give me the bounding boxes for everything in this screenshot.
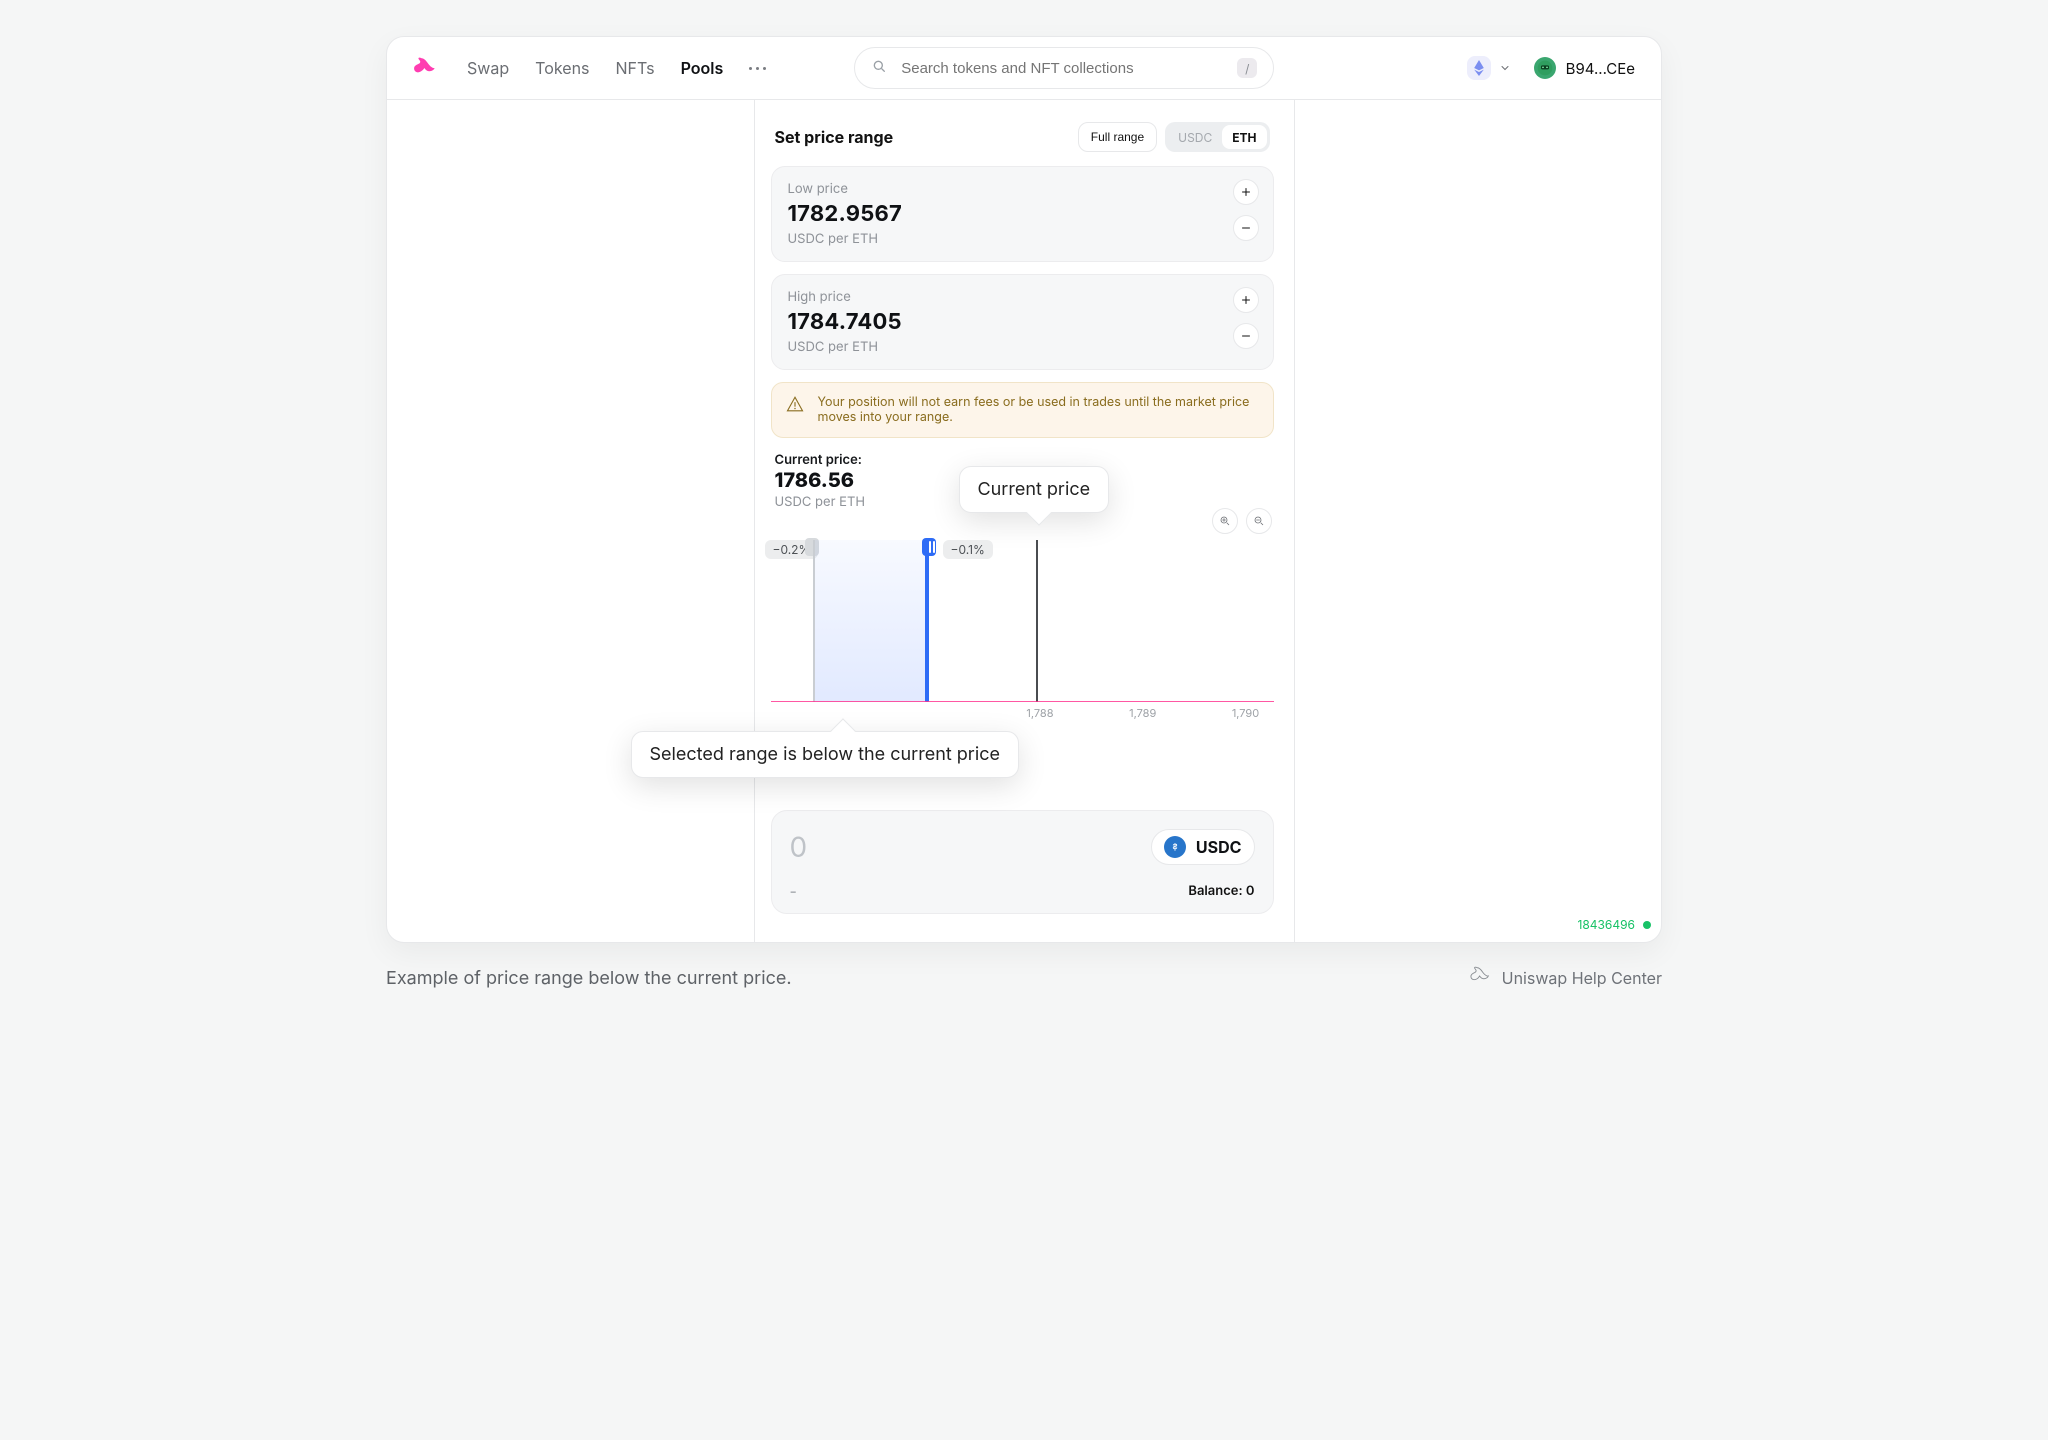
- base-token-segment[interactable]: USDC ETH: [1165, 122, 1269, 152]
- x-axis: [771, 701, 1274, 702]
- nav-pools[interactable]: Pools: [681, 58, 724, 78]
- wallet-button[interactable]: B94...CEe: [1534, 57, 1635, 79]
- low-price-card: Low price 1782.9567 USDC per ETH: [771, 166, 1274, 262]
- high-price-increment[interactable]: [1233, 287, 1259, 313]
- nav-more-button[interactable]: [749, 67, 766, 70]
- deposit-token-selector[interactable]: USDC: [1151, 829, 1255, 865]
- main-nav: Swap Tokens NFTs Pools: [467, 58, 766, 78]
- high-price-value[interactable]: 1784.7405: [788, 309, 1257, 335]
- deposit-token-label: USDC: [1196, 837, 1242, 857]
- help-center-credit: Uniswap Help Center: [1470, 965, 1662, 991]
- deposit-balance: Balance: 0: [1188, 883, 1254, 899]
- deposit-card: 0 USDC - Balance: 0: [771, 810, 1274, 914]
- search-shortcut: /: [1237, 58, 1257, 78]
- low-price-label: Low price: [788, 181, 1257, 197]
- full-range-button[interactable]: Full range: [1078, 122, 1157, 152]
- zoom-out-button[interactable]: [1246, 508, 1272, 534]
- selected-range-area: [813, 540, 925, 702]
- wallet-avatar: [1534, 57, 1556, 79]
- nav-swap[interactable]: Swap: [467, 58, 509, 78]
- status-dot-icon: [1643, 921, 1651, 929]
- warning-icon: [786, 395, 804, 417]
- high-price-card: High price 1784.7405 USDC per ETH: [771, 274, 1274, 370]
- figure-caption: Example of price range below the current…: [386, 968, 792, 989]
- x-axis-ticks: 1,788 1,789 1,790: [771, 706, 1274, 720]
- nav-tokens[interactable]: Tokens: [535, 58, 589, 78]
- search-wrapper: /: [854, 47, 1274, 89]
- range-warning: Your position will not earn fees or be u…: [771, 382, 1274, 438]
- nav-nfts[interactable]: NFTs: [615, 58, 654, 78]
- usdc-icon: [1164, 836, 1186, 858]
- deposit-amount-input[interactable]: 0: [790, 830, 808, 864]
- search-icon: [871, 58, 887, 78]
- high-price-unit: USDC per ETH: [788, 339, 1257, 355]
- deposit-usd-approx: -: [790, 881, 797, 901]
- low-price-unit: USDC per ETH: [788, 231, 1257, 247]
- high-price-label: High price: [788, 289, 1257, 305]
- right-offset-chip: −0.1%: [943, 540, 993, 559]
- low-price-decrement[interactable]: [1233, 215, 1259, 241]
- seg-usdc[interactable]: USDC: [1168, 125, 1222, 149]
- chain-selector[interactable]: [1458, 49, 1520, 87]
- ethereum-icon: [1467, 56, 1491, 80]
- drag-grip-icon: [929, 541, 935, 553]
- section-title: Set price range: [775, 127, 894, 147]
- range-right-handle[interactable]: [925, 540, 929, 702]
- wallet-address: B94...CEe: [1566, 59, 1635, 78]
- unicorn-outline-icon: [1470, 965, 1492, 991]
- uniswap-logo: [413, 55, 439, 81]
- warning-text: Your position will not earn fees or be u…: [818, 395, 1259, 425]
- seg-eth[interactable]: ETH: [1222, 125, 1266, 149]
- block-number-badge: 18436496: [1577, 917, 1651, 932]
- low-price-value[interactable]: 1782.9567: [788, 201, 1257, 227]
- high-price-decrement[interactable]: [1233, 323, 1259, 349]
- chevron-down-icon: [1499, 62, 1511, 74]
- zoom-in-button[interactable]: [1212, 508, 1238, 534]
- callout-current-price: Current price: [959, 466, 1110, 513]
- price-range-chart[interactable]: Current price −0.2% −0.1% 1,788 1,789 1: [771, 534, 1274, 754]
- current-price-line: [1036, 540, 1038, 702]
- search-input[interactable]: [899, 59, 1225, 78]
- low-price-increment[interactable]: [1233, 179, 1259, 205]
- callout-range-below: Selected range is below the current pric…: [631, 731, 1020, 778]
